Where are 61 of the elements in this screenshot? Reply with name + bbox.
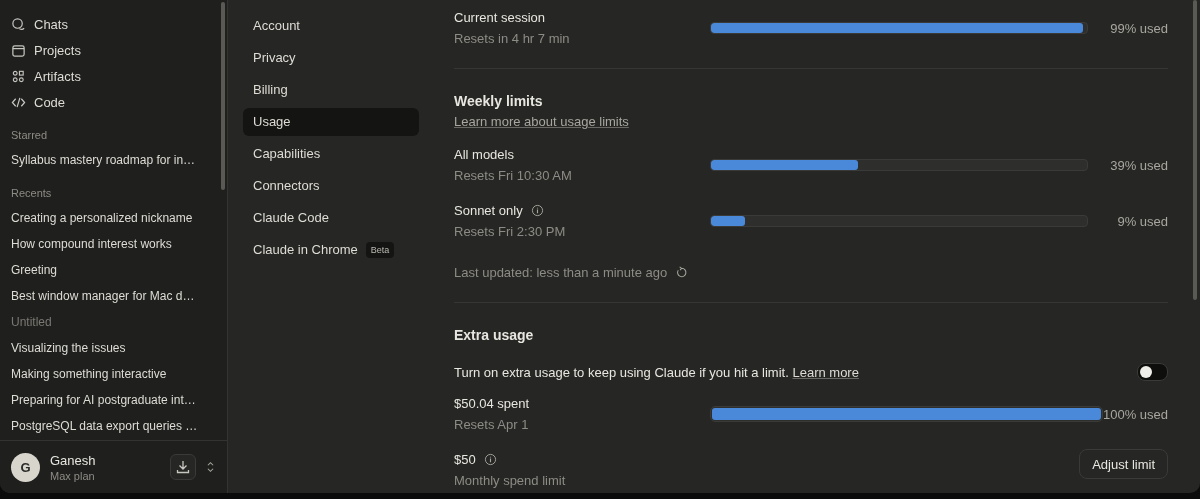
last-updated: Last updated: less than a minute ago [454, 265, 668, 280]
reset-time: Resets in 4 hr 7 min [454, 31, 571, 46]
folder-icon [11, 42, 26, 58]
sidebar-item[interactable]: Chats [11, 11, 227, 37]
limit-label: Current session [454, 10, 547, 25]
info-icon[interactable] [530, 204, 544, 217]
chat-item[interactable]: Making something interactive [11, 361, 227, 387]
chat-item[interactable]: Best window manager for Mac d… [11, 283, 227, 309]
chat-item[interactable]: Greeting [11, 257, 227, 283]
section-title: Extra usage [454, 327, 535, 343]
usage-percent: 9% used [1116, 213, 1168, 229]
avatar: G [11, 452, 40, 482]
chevron-up-down-icon[interactable] [206, 460, 215, 474]
settings-tab[interactable]: Claude Code [243, 204, 419, 232]
usage-percent: 100% used [1102, 406, 1168, 422]
scrollbar[interactable] [221, 2, 225, 190]
shapes-icon [11, 68, 26, 84]
settings-tab[interactable]: Claude in Chrome Beta [243, 236, 419, 264]
settings-tab[interactable]: Usage [243, 108, 419, 136]
toggle-switch[interactable] [1137, 363, 1168, 381]
user-plan: Max plan [50, 469, 96, 482]
chat-item[interactable]: How compound interest works [11, 231, 227, 257]
download-icon [175, 459, 191, 475]
spend-limit-amount: $50 [454, 452, 476, 467]
reset-time: Resets Fri 10:30 AM [454, 168, 573, 183]
info-icon[interactable] [483, 453, 497, 466]
chat-item[interactable]: Creating a personalized nickname [11, 205, 227, 231]
settings-tab[interactable]: Billing [243, 76, 419, 104]
download-button[interactable] [170, 454, 196, 480]
usage-limits-link[interactable]: Learn more about usage limits [454, 114, 629, 129]
sidebar-item[interactable]: Projects [11, 37, 227, 63]
limit-label: Sonnet only [454, 203, 523, 218]
settings-tab[interactable]: Privacy [243, 44, 419, 72]
user-name: Ganesh [50, 452, 97, 468]
chat-bubbles-icon [11, 16, 26, 32]
learn-more-link[interactable]: Learn more [792, 364, 859, 380]
spent-amount: $50.04 spent [454, 396, 531, 411]
chat-item[interactable]: Syllabus mastery roadmap for in… [11, 147, 227, 173]
chat-item[interactable]: Preparing for AI postgraduate int… [11, 387, 227, 413]
usage-percent: 99% used [1109, 20, 1168, 36]
chat-item[interactable]: PostgreSQL data export queries … [11, 413, 227, 439]
chat-item[interactable]: Visualizing the issues [11, 335, 227, 361]
chat-item[interactable]: Untitled [11, 309, 227, 335]
spend-limit-label: Monthly spend limit [454, 473, 567, 488]
refresh-icon[interactable] [675, 266, 689, 279]
settings-tab[interactable]: Capabilities [243, 140, 419, 168]
scrollbar[interactable] [1193, 0, 1197, 300]
sidebar-item[interactable]: Code [11, 89, 227, 115]
section-heading: Starred [11, 129, 49, 141]
usage-percent: 39% used [1109, 157, 1168, 173]
limit-label: All models [454, 147, 514, 162]
section-heading: Recents [11, 187, 53, 199]
reset-time: Resets Apr 1 [454, 417, 530, 432]
settings-tab[interactable]: Account [243, 12, 419, 40]
section-title: Weekly limits [454, 93, 544, 109]
beta-badge: Beta [365, 242, 395, 258]
reset-time: Resets Fri 2:30 PM [454, 224, 567, 239]
settings-tab[interactable]: Connectors [243, 172, 419, 200]
adjust-limit-button[interactable]: Adjust limit [1079, 449, 1168, 479]
extra-usage-description: Turn on extra usage to keep using Claude if you hit a limit. Learn more [454, 364, 859, 380]
sidebar-item[interactable]: Artifacts [11, 63, 227, 89]
